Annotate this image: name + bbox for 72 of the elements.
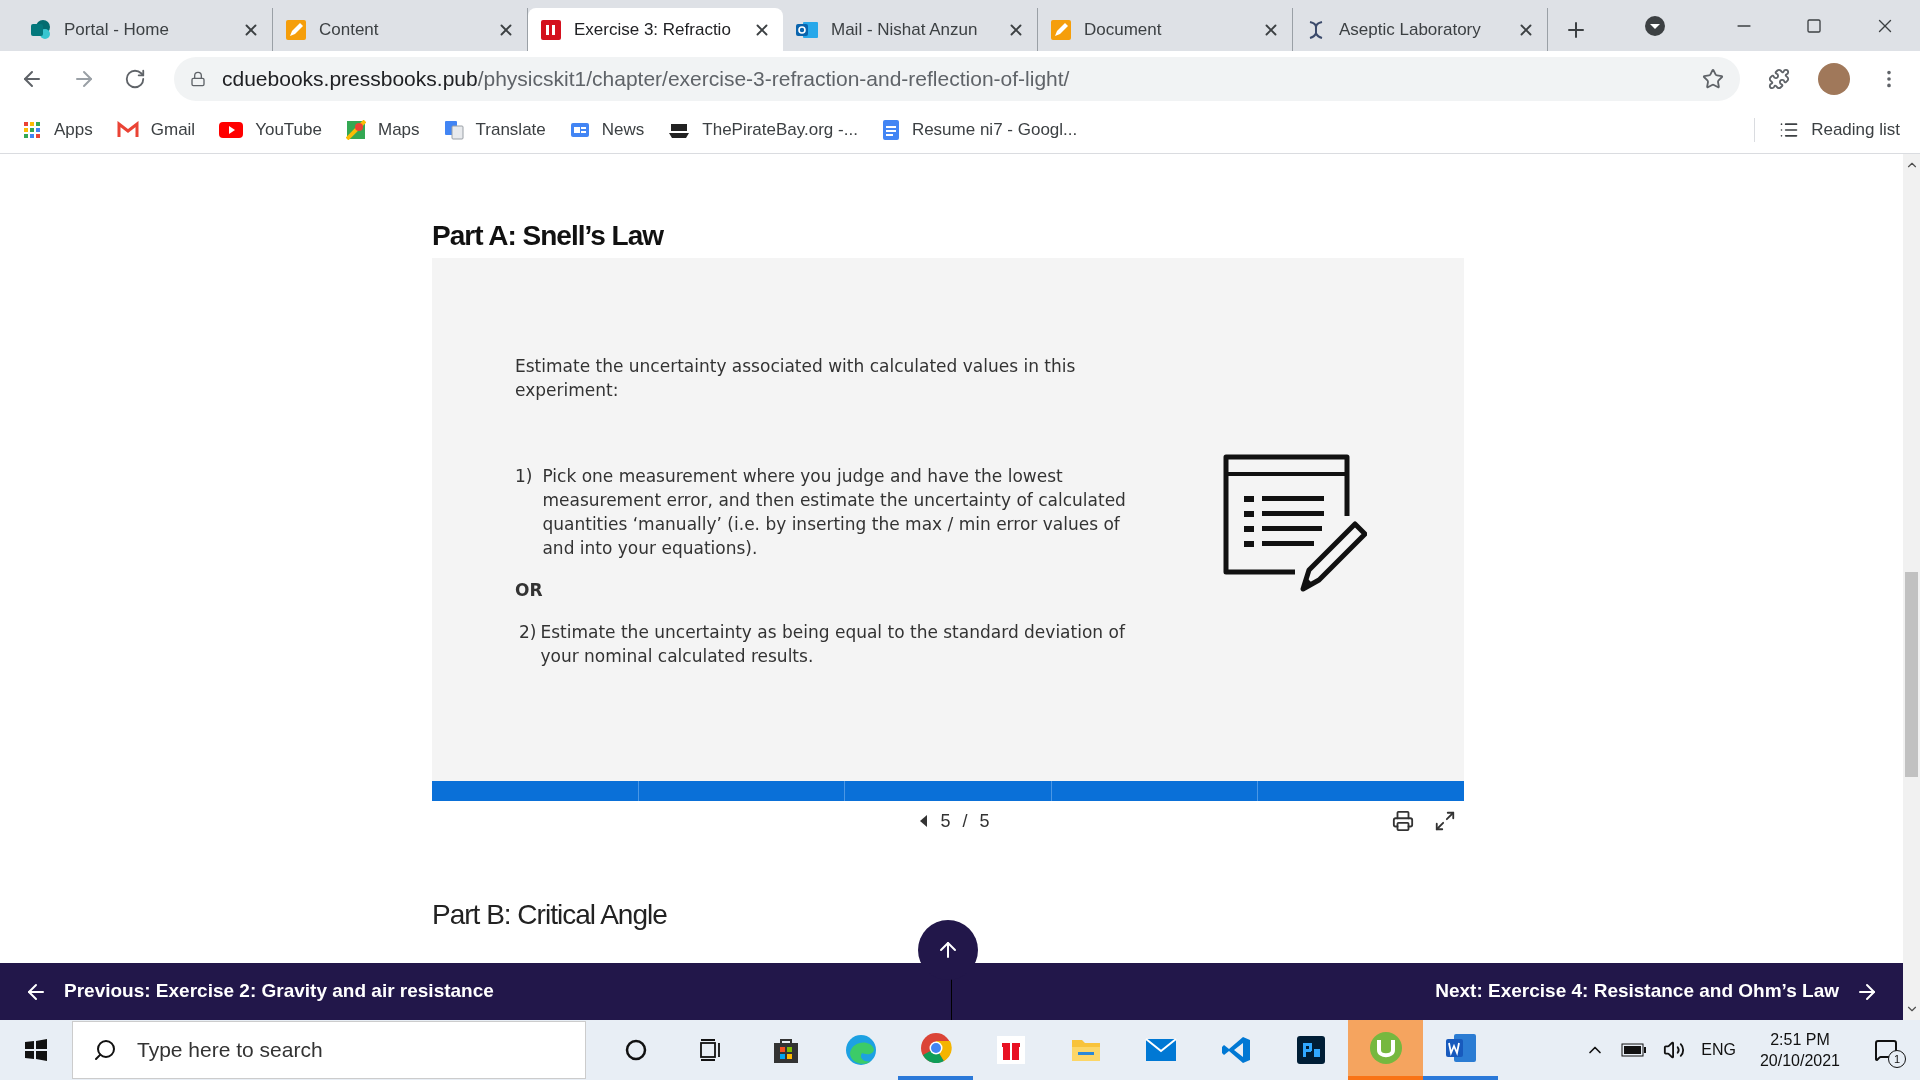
previous-caret-icon[interactable] — [920, 815, 929, 827]
pencil-icon — [1050, 18, 1072, 41]
play-icon — [219, 121, 244, 139]
start-icon[interactable] — [24, 1038, 48, 1062]
page-total: 5 — [979, 809, 990, 833]
tab-title: Content — [319, 18, 380, 41]
newspaper-icon — [569, 120, 590, 140]
section-heading: Part A: Snell’s Law — [432, 219, 665, 253]
bookmark-link[interactable]: Gmail — [116, 117, 196, 143]
slide-text: Pick one measurement where you judge and have the lowest measurement error, and then estimate the uncertainty of calculated quantities ‘manually’ (i.e. by inserting the max / min error values of and into your equations). — [542, 465, 1127, 560]
sharepoint-icon — [30, 18, 52, 41]
tab-search-icon[interactable] — [1644, 14, 1666, 37]
gift-icon — [995, 1035, 1026, 1065]
document-icon — [881, 119, 900, 141]
circle-icon — [623, 1038, 648, 1062]
list-icon — [1779, 120, 1800, 140]
scrollbar-thumb[interactable] — [1905, 572, 1918, 777]
language-indicator[interactable]: ENG — [1701, 1038, 1736, 1062]
notification-count: 1 — [1888, 1050, 1906, 1068]
bookmark-link[interactable]: YouTube — [219, 117, 322, 143]
tab-title: Aseptic Laboratory — [1339, 18, 1482, 41]
page-separator: / — [962, 809, 968, 833]
extensions-icon[interactable] — [1768, 68, 1790, 90]
fullscreen-icon[interactable] — [1434, 810, 1456, 832]
address-bar[interactable]: cduebooks.pressbooks.pub/physicskit1/chapter/exercise-3-refraction-and-reflection-of-light/ — [174, 57, 1740, 101]
bookmark-link[interactable]: Maps — [345, 117, 420, 143]
apps-grid-icon — [22, 120, 42, 140]
code-editor-icon — [1220, 1035, 1251, 1065]
torrent-icon — [1368, 1031, 1403, 1065]
bookmark-link[interactable]: ThePirateBay.org -... — [668, 117, 858, 143]
bookmark-link[interactable]: Apps — [22, 117, 93, 143]
browser-tab[interactable]: Exercise 3: Refractio — [528, 8, 783, 51]
profile-avatar[interactable] — [1818, 63, 1850, 95]
chrome-browser-icon — [919, 1032, 952, 1064]
bookmark-link[interactable]: News — [569, 117, 645, 143]
volume-icon[interactable] — [1663, 1039, 1686, 1061]
envelope-icon — [1144, 1037, 1177, 1063]
next-chapter-link[interactable]: Next: Exercise 4: Resistance and Ohm’s Law — [952, 963, 1903, 1020]
url-text: cduebooks.pressbooks.pub/physicskit1/chapter/exercise-3-refraction-and-reflection-of-light/ — [222, 66, 1070, 93]
pencil-icon — [285, 18, 307, 41]
tab-title: Portal - Home — [64, 18, 170, 41]
slide-text: Estimate the uncertainty associated with calculated values in this experiment: — [515, 355, 1077, 402]
notifications-button[interactable]: 1 — [1864, 1030, 1908, 1070]
search-icon — [93, 1038, 117, 1062]
bookmark-link[interactable]: Translate — [443, 117, 546, 143]
tab-title: Mail - Nishat Anzun — [831, 18, 979, 41]
clock[interactable]: 2:51 PM 20/10/2021 — [1751, 1029, 1848, 1071]
restore-icon[interactable] — [1806, 17, 1822, 34]
bookmark-star-icon[interactable] — [1702, 68, 1724, 90]
section-heading: Part B: Critical Angle — [432, 898, 668, 932]
photo-editor-icon — [1295, 1035, 1326, 1065]
list-number: 1) — [515, 465, 533, 488]
bookmark-link[interactable]: Resume ni7 - Googl... — [881, 117, 1078, 143]
or-label: OR — [515, 579, 544, 602]
translate-icon — [443, 120, 464, 140]
print-icon[interactable] — [1392, 810, 1414, 832]
map-pin-icon — [345, 120, 366, 140]
tab-title: Document — [1084, 18, 1163, 41]
taskbar-search-field[interactable]: Type here to search — [72, 1021, 586, 1079]
scrollbar[interactable] — [1903, 154, 1920, 1020]
list-number: 2) — [519, 621, 537, 644]
edge-browser-icon — [843, 1033, 878, 1067]
reload-icon[interactable] — [124, 68, 146, 90]
slide-text: Estimate the uncertainty as being equal to the standard deviation of your nominal calculated results. — [540, 621, 1127, 668]
lock-icon — [190, 71, 206, 87]
battery-icon[interactable] — [1621, 1043, 1648, 1057]
envelope-m-icon — [116, 121, 139, 139]
page-number: 5 — [940, 809, 951, 833]
word-processor-icon — [1444, 1033, 1477, 1063]
notification-icon — [1874, 1038, 1898, 1062]
reading-list-button[interactable]: Reading list — [1779, 117, 1900, 143]
tab-title: Exercise 3: Refractio — [574, 18, 732, 41]
